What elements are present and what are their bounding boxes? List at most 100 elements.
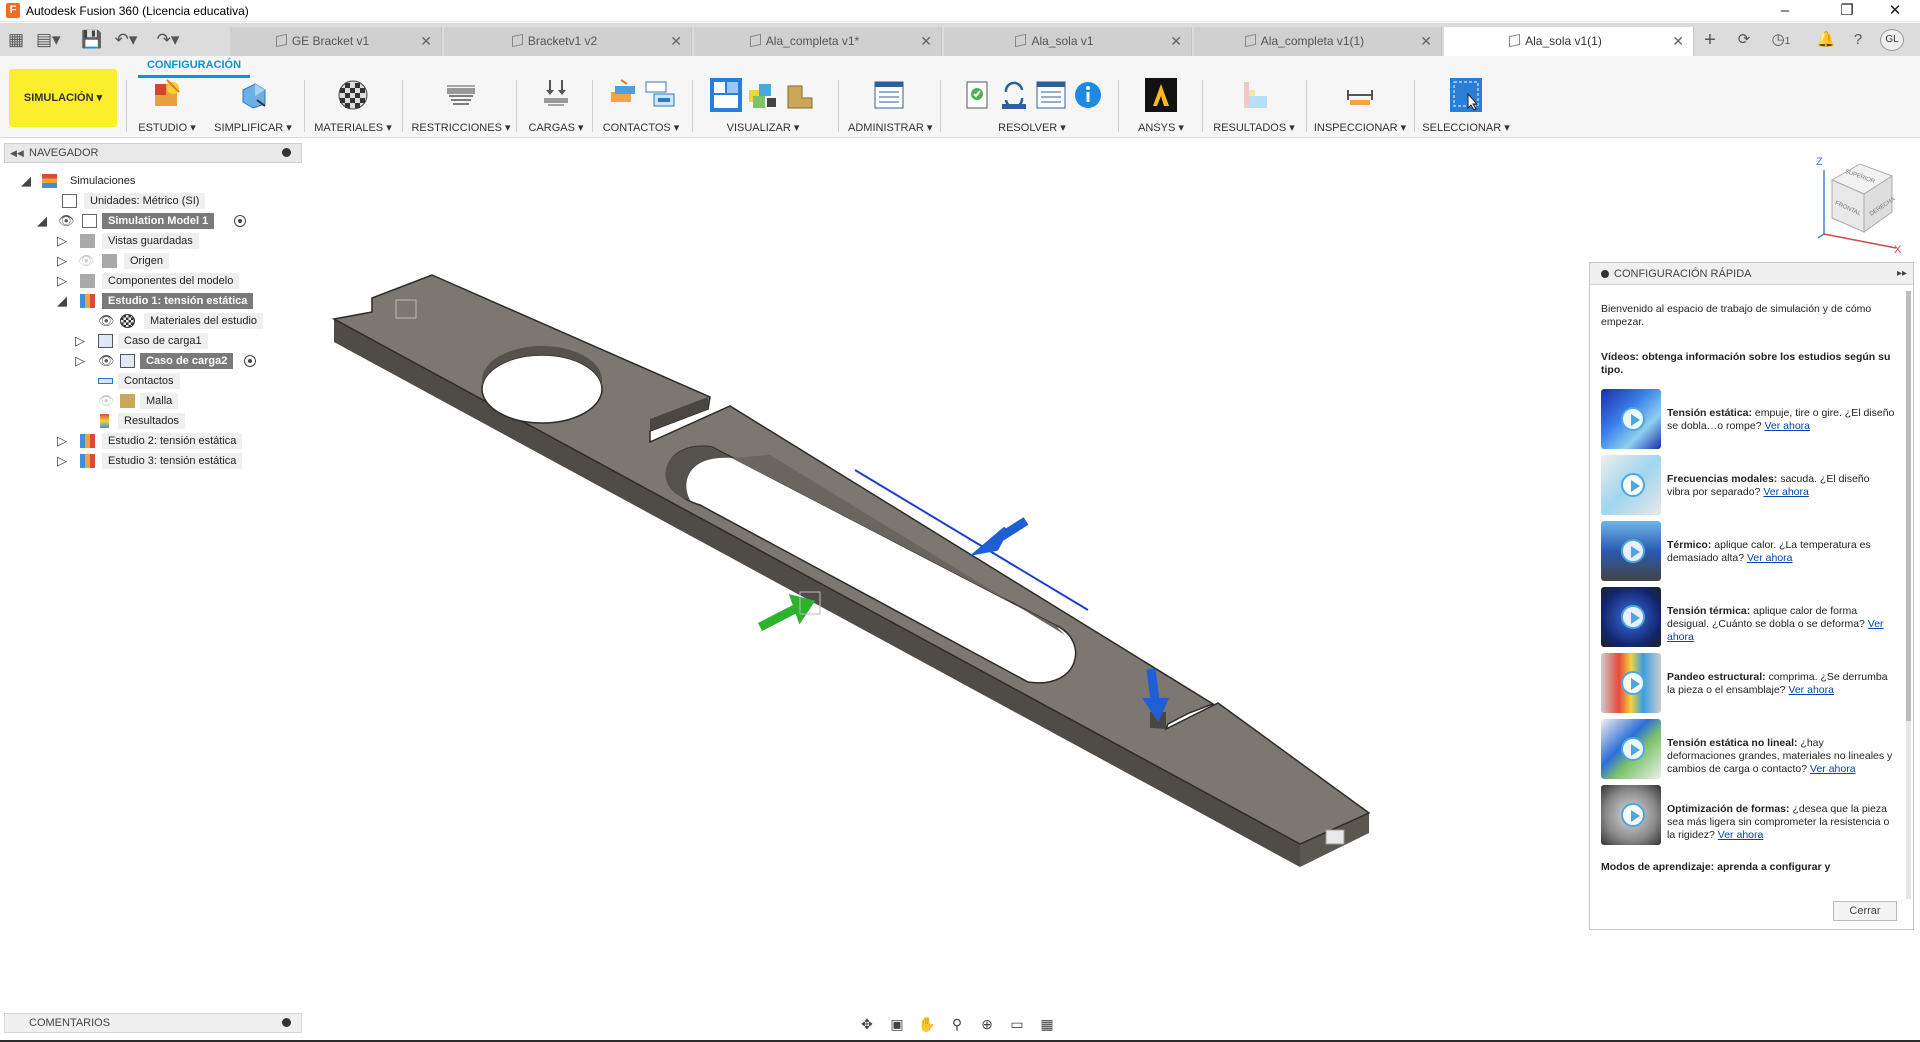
- close-tab-icon[interactable]: ✕: [1420, 27, 1432, 56]
- redo-icon[interactable]: ↷▾: [156, 28, 180, 52]
- look-at-icon[interactable]: ▣: [885, 1014, 909, 1034]
- play-icon[interactable]: [1621, 539, 1645, 563]
- materials-checker-icon[interactable]: [337, 78, 369, 112]
- estudio-group[interactable]: ESTUDIO ▾: [132, 76, 202, 136]
- tab-ala-sola[interactable]: Ala_sola v1 ✕: [944, 27, 1192, 56]
- navigator-header[interactable]: ◀◀ NAVEGADOR: [4, 143, 302, 163]
- save-icon[interactable]: 💾: [80, 28, 104, 52]
- ansys-group[interactable]: ANSYS ▾: [1124, 76, 1198, 136]
- contacts-auto-icon[interactable]: [607, 78, 639, 112]
- workspace-switcher-button[interactable]: SIMULACIÓN ▾: [9, 69, 117, 127]
- close-tab-icon[interactable]: ✕: [920, 27, 932, 56]
- collapse-arrows-icon[interactable]: ◀◀: [10, 144, 24, 162]
- precheck-icon[interactable]: [961, 78, 993, 112]
- file-menu-icon[interactable]: ▤▾: [36, 28, 61, 52]
- extensions-icon[interactable]: ⟳: [1732, 28, 1756, 52]
- help-icon[interactable]: ?: [1846, 28, 1870, 52]
- administrar-group[interactable]: ADMINISTRAR ▾: [848, 76, 932, 136]
- view-cube[interactable]: Z X SUPERIOR FRONTAL DERECHA: [1810, 152, 1910, 257]
- scrollbar-thumb[interactable]: [1906, 291, 1911, 721]
- grid-icon[interactable]: ▦: [1035, 1014, 1059, 1034]
- simplify-icon[interactable]: [237, 78, 269, 112]
- tab-ala-completa[interactable]: Ala_completa v1* ✕: [694, 27, 942, 56]
- collapsed-triangle-icon[interactable]: ▷: [74, 331, 86, 351]
- activate-radio-icon[interactable]: [234, 215, 246, 227]
- resolver-group[interactable]: RESOLVER ▾: [952, 76, 1112, 136]
- tab-ge-bracket[interactable]: GE Bracket v1 ✕: [230, 27, 442, 56]
- close-window-button[interactable]: ✕: [1872, 0, 1918, 22]
- video-thumbnail[interactable]: [1601, 719, 1661, 779]
- minimize-button[interactable]: –: [1762, 0, 1808, 22]
- maximize-button[interactable]: ❐: [1824, 0, 1870, 22]
- cargas-group[interactable]: CARGAS ▾: [524, 76, 588, 136]
- pan-hand-icon[interactable]: ✋: [915, 1014, 939, 1034]
- play-icon[interactable]: [1621, 473, 1645, 497]
- video-thumbnail[interactable]: [1601, 455, 1661, 515]
- play-icon[interactable]: [1621, 407, 1645, 431]
- watch-link[interactable]: Ver ahora: [1810, 763, 1856, 775]
- video-thumbnail[interactable]: [1601, 785, 1661, 845]
- watch-link[interactable]: Ver ahora: [1788, 684, 1834, 696]
- solve-icon[interactable]: [998, 78, 1030, 112]
- pin-icon[interactable]: [282, 148, 291, 157]
- select-icon[interactable]: [1450, 78, 1482, 112]
- display-settings-icon[interactable]: ▭: [1005, 1014, 1029, 1034]
- quick-setup-header[interactable]: CONFIGURACIÓN RÁPIDA ▸▸: [1590, 263, 1913, 285]
- contactos-group[interactable]: CONTACTOS ▾: [598, 76, 684, 136]
- video-thumbnail[interactable]: [1601, 389, 1661, 449]
- simplificar-group[interactable]: SIMPLIFICAR ▾: [212, 76, 294, 136]
- collapsed-triangle-icon[interactable]: ▷: [56, 431, 68, 451]
- watch-link[interactable]: Ver ahora: [1718, 829, 1764, 841]
- materiales-group[interactable]: MATERIALES ▾: [312, 76, 394, 136]
- new-study-icon[interactable]: [151, 78, 183, 112]
- undo-icon[interactable]: ↶▾: [114, 28, 138, 52]
- visibility-eye-icon[interactable]: 👁: [98, 314, 115, 328]
- close-button[interactable]: Cerrar: [1833, 901, 1897, 921]
- watch-link[interactable]: Ver ahora: [1763, 486, 1809, 498]
- fit-icon[interactable]: ⊕: [975, 1014, 999, 1034]
- visualizar-group[interactable]: VISUALIZAR ▾: [700, 76, 826, 136]
- loads-icon[interactable]: [540, 78, 572, 112]
- collapsed-triangle-icon[interactable]: ▷: [56, 251, 68, 271]
- notifications-icon[interactable]: 🔔: [1814, 28, 1838, 52]
- resultados-group[interactable]: RESULTADOS ▾: [1206, 76, 1302, 136]
- play-icon[interactable]: [1621, 737, 1645, 761]
- add-comment-icon[interactable]: [282, 1018, 291, 1027]
- measure-icon[interactable]: [1344, 78, 1376, 112]
- expand-panel-icon[interactable]: ▸▸: [1897, 263, 1907, 285]
- video-thumbnail[interactable]: [1601, 587, 1661, 647]
- inspeccionar-group[interactable]: INSPECCIONAR ▾: [1310, 76, 1410, 136]
- manage-icon[interactable]: [873, 78, 905, 112]
- expanded-triangle-icon[interactable]: ◢: [20, 171, 32, 191]
- comments-panel[interactable]: COMENTARIOS: [4, 1013, 302, 1033]
- hidden-eye-icon[interactable]: 👁: [98, 394, 115, 408]
- play-icon[interactable]: [1621, 605, 1645, 629]
- tab-configuracion[interactable]: CONFIGURACIÓN: [138, 59, 250, 71]
- tab-bracketv1[interactable]: Bracketv1 v2 ✕: [444, 27, 692, 56]
- close-tab-icon[interactable]: ✕: [420, 27, 432, 56]
- zoom-icon[interactable]: ⚲: [945, 1014, 969, 1034]
- hidden-eye-icon[interactable]: 👁: [78, 254, 95, 268]
- play-icon[interactable]: [1621, 671, 1645, 695]
- activate-radio-icon[interactable]: [244, 355, 256, 367]
- watch-link[interactable]: Ver ahora: [1764, 420, 1810, 432]
- close-tab-icon[interactable]: ✕: [1672, 27, 1684, 56]
- seleccionar-group[interactable]: SELECCIONAR ▾: [1420, 76, 1512, 136]
- expanded-triangle-icon[interactable]: ◢: [36, 211, 48, 231]
- contacts-manager-icon[interactable]: [644, 78, 676, 112]
- video-thumbnail[interactable]: [1601, 653, 1661, 713]
- display-components-icon[interactable]: [784, 78, 816, 112]
- watch-link[interactable]: Ver ahora: [1747, 552, 1793, 564]
- user-avatar[interactable]: GL: [1880, 29, 1904, 51]
- app-grid-icon[interactable]: ▦: [4, 28, 28, 52]
- orbit-icon[interactable]: ✥: [855, 1014, 879, 1034]
- visibility-eye-icon[interactable]: 👁: [58, 214, 75, 228]
- results-icon[interactable]: [1238, 78, 1270, 112]
- ansys-logo-icon[interactable]: [1145, 78, 1177, 112]
- constraints-icon[interactable]: [445, 78, 477, 112]
- collapsed-triangle-icon[interactable]: ▷: [74, 351, 86, 371]
- expanded-triangle-icon[interactable]: ◢: [56, 291, 68, 311]
- pin-icon[interactable]: [1601, 270, 1609, 278]
- display-mesh-icon[interactable]: [710, 78, 742, 112]
- display-lock-icon[interactable]: [747, 78, 779, 112]
